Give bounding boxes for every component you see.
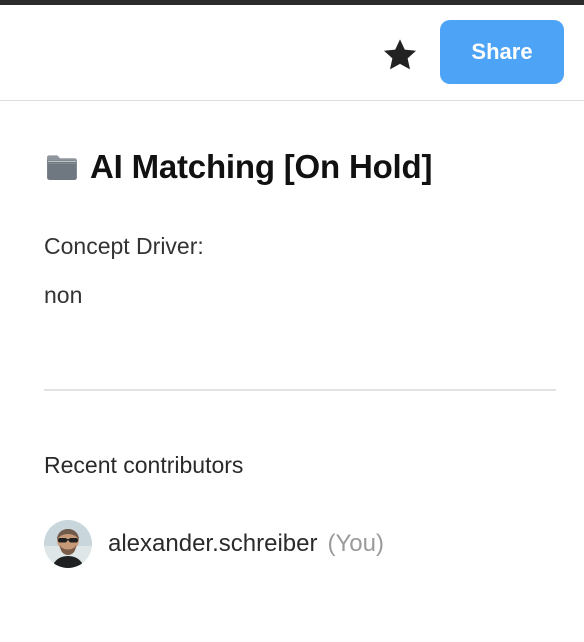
- content-divider: [44, 389, 556, 391]
- contributor-you-label: (You): [327, 530, 384, 557]
- contributor-item[interactable]: alexander.schreiber (You): [44, 519, 384, 569]
- page: Share AI Matching [On Hold] Concept Driv…: [0, 0, 584, 642]
- folder-icon: [47, 155, 77, 180]
- share-button[interactable]: Share: [440, 20, 564, 84]
- recent-contributors-heading: Recent contributors: [44, 452, 244, 478]
- avatar: [44, 520, 92, 568]
- contributor-name[interactable]: alexander.schreiber: [108, 530, 317, 558]
- page-title: AI Matching [On Hold]: [90, 148, 433, 185]
- concept-driver-value: non: [44, 282, 83, 308]
- page-title-row: AI Matching [On Hold]: [44, 145, 432, 189]
- concept-driver-label: Concept Driver:: [44, 233, 204, 259]
- favorite-star-button[interactable]: [378, 33, 422, 77]
- header-toolbar: Share: [0, 5, 584, 101]
- star-icon: [384, 39, 416, 70]
